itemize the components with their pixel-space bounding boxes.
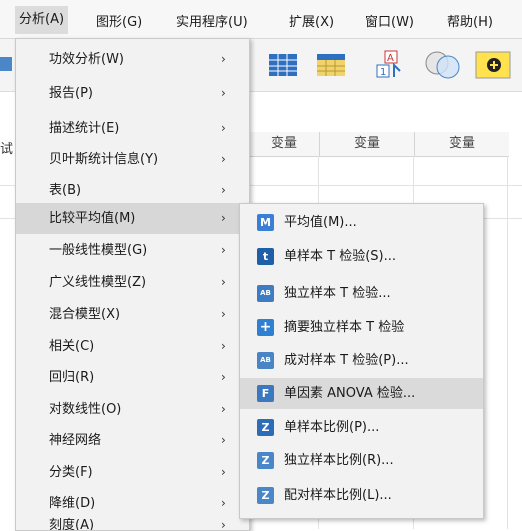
- submenu-item-means[interactable]: M 平均值(M)...: [240, 207, 483, 238]
- chevron-right-icon: ›: [221, 339, 226, 353]
- submenu-item-summary-t[interactable]: + 摘要独立样本 T 检验: [240, 312, 483, 343]
- svg-text:1: 1: [380, 67, 386, 78]
- submenu-item-independent-proportion[interactable]: Z 独立样本比例(R)...: [240, 445, 483, 476]
- back-arrow-icon[interactable]: [0, 49, 14, 79]
- analyze-menu: 功效分析(W) › 报告(P) › 描述统计(E) › 贝叶斯统计信息(Y) › 表(B…: [15, 38, 250, 531]
- independent-proportion-icon: Z: [257, 452, 274, 469]
- menu-item-label: 表(B): [49, 183, 82, 198]
- one-sample-t-icon: t: [257, 248, 274, 265]
- chevron-right-icon: ›: [221, 243, 226, 257]
- menu-item-neural-networks[interactable]: 神经网络 ›: [16, 425, 249, 456]
- add-icon[interactable]: [474, 49, 514, 79]
- anova-icon: F: [257, 385, 274, 402]
- menu-item-label: 比较平均值(M): [49, 211, 136, 226]
- chevron-right-icon: ›: [221, 121, 226, 135]
- chevron-right-icon: ›: [221, 86, 226, 100]
- menu-item-regression[interactable]: 回归(R) ›: [16, 362, 249, 393]
- chevron-right-icon: ›: [221, 433, 226, 447]
- venn-icon[interactable]: [423, 49, 463, 79]
- menu-item-scale[interactable]: 刻度(A) ›: [16, 516, 249, 530]
- menu-item-label: 一般线性模型(G): [49, 243, 148, 258]
- menu-extensions[interactable]: 扩展(X): [289, 11, 334, 30]
- submenu-item-label: 独立样本 T 检验...: [284, 286, 391, 301]
- menu-item-loglinear[interactable]: 对数线性(O) ›: [16, 394, 249, 425]
- submenu-item-paired-t[interactable]: AB 成对样本 T 检验(P)...: [240, 345, 483, 376]
- menu-item-power-analysis[interactable]: 功效分析(W) ›: [16, 44, 249, 75]
- menu-item-label: 刻度(A): [49, 518, 95, 530]
- paired-proportion-icon: Z: [257, 487, 274, 504]
- menu-item-label: 功效分析(W): [49, 52, 124, 67]
- chevron-right-icon: ›: [221, 518, 226, 530]
- truncated-label: 试: [0, 142, 14, 157]
- submenu-item-independent-t[interactable]: AB 独立样本 T 检验...: [240, 278, 483, 309]
- column-header[interactable]: 变量: [319, 132, 414, 157]
- menu-item-descriptive-statistics[interactable]: 描述统计(E) ›: [16, 113, 249, 144]
- chevron-right-icon: ›: [221, 402, 226, 416]
- submenu-item-label: 单因素 ANOVA 检验...: [284, 386, 416, 401]
- menu-help[interactable]: 帮助(H): [447, 11, 493, 30]
- chevron-right-icon: ›: [221, 211, 226, 225]
- menu-item-classify[interactable]: 分类(F) ›: [16, 457, 249, 488]
- one-sample-proportion-icon: Z: [257, 419, 274, 436]
- chevron-right-icon: ›: [221, 465, 226, 479]
- menu-item-correlate[interactable]: 相关(C) ›: [16, 331, 249, 362]
- chevron-right-icon: ›: [221, 275, 226, 289]
- menu-item-mixed-models[interactable]: 混合模型(X) ›: [16, 299, 249, 330]
- chevron-right-icon: ›: [221, 496, 226, 510]
- menu-item-label: 降维(D): [49, 496, 96, 511]
- menu-item-bayesian[interactable]: 贝叶斯统计信息(Y) ›: [16, 144, 249, 175]
- submenu-item-label: 单样本比例(P)...: [284, 420, 380, 435]
- submenu-item-label: 配对样本比例(L)...: [284, 488, 392, 503]
- data-grid-icon[interactable]: [268, 49, 298, 79]
- menu-item-compare-means[interactable]: 比较平均值(M) ›: [16, 203, 249, 234]
- variable-grid-icon[interactable]: [316, 49, 346, 79]
- menu-item-label: 报告(P): [49, 86, 93, 101]
- menu-item-label: 混合模型(X): [49, 307, 121, 322]
- chevron-right-icon: ›: [221, 52, 226, 66]
- menu-item-label: 描述统计(E): [49, 121, 120, 136]
- menu-utilities[interactable]: 实用程序(U): [176, 11, 248, 30]
- menu-item-label: 广义线性模型(Z): [49, 275, 147, 290]
- menu-item-label: 贝叶斯统计信息(Y): [49, 152, 159, 167]
- independent-t-icon: AB: [257, 285, 274, 302]
- menu-item-generalized-linear-model[interactable]: 广义线性模型(Z) ›: [16, 267, 249, 298]
- chevron-right-icon: ›: [221, 307, 226, 321]
- menu-item-label: 分类(F): [49, 465, 93, 480]
- means-icon: M: [257, 214, 274, 231]
- chevron-right-icon: ›: [221, 183, 226, 197]
- chevron-right-icon: ›: [221, 152, 226, 166]
- submenu-item-one-sample-t[interactable]: t 单样本 T 检验(S)...: [240, 241, 483, 272]
- submenu-item-label: 单样本 T 检验(S)...: [284, 249, 396, 264]
- column-header[interactable]: 变量: [414, 132, 509, 157]
- submenu-item-one-way-anova[interactable]: F 单因素 ANOVA 检验...: [240, 378, 483, 409]
- submenu-item-label: 平均值(M)...: [284, 215, 357, 230]
- sort-icon[interactable]: A 1: [374, 49, 404, 79]
- paired-t-icon: AB: [257, 352, 274, 369]
- menu-item-dimension-reduction[interactable]: 降维(D) ›: [16, 488, 249, 519]
- menu-item-label: 回归(R): [49, 370, 95, 385]
- menu-item-general-linear-model[interactable]: 一般线性模型(G) ›: [16, 235, 249, 266]
- submenu-item-one-sample-proportion[interactable]: Z 单样本比例(P)...: [240, 412, 483, 443]
- submenu-item-label: 摘要独立样本 T 检验: [284, 320, 405, 335]
- menubar: 分析(A) 图形(G) 实用程序(U) 扩展(X) 窗口(W) 帮助(H): [0, 0, 522, 39]
- menu-item-tables[interactable]: 表(B) ›: [16, 175, 249, 206]
- menu-window[interactable]: 窗口(W): [365, 11, 414, 30]
- submenu-item-paired-proportion[interactable]: Z 配对样本比例(L)...: [240, 480, 483, 511]
- menu-graphs[interactable]: 图形(G): [96, 11, 142, 30]
- menu-item-reports[interactable]: 报告(P) ›: [16, 78, 249, 109]
- menu-item-label: 对数线性(O): [49, 402, 122, 417]
- menu-analyze[interactable]: 分析(A): [15, 6, 69, 34]
- submenu-item-label: 独立样本比例(R)...: [284, 453, 394, 468]
- column-header[interactable]: 变量: [248, 132, 319, 157]
- compare-means-submenu: M 平均值(M)... t 单样本 T 检验(S)... AB 独立样本 T 检…: [239, 203, 484, 519]
- submenu-item-label: 成对样本 T 检验(P)...: [284, 353, 409, 368]
- svg-text:A: A: [387, 53, 394, 64]
- chevron-right-icon: ›: [221, 370, 226, 384]
- summary-t-icon: +: [257, 319, 274, 336]
- menu-item-label: 相关(C): [49, 339, 95, 354]
- menu-item-label: 神经网络: [49, 433, 102, 448]
